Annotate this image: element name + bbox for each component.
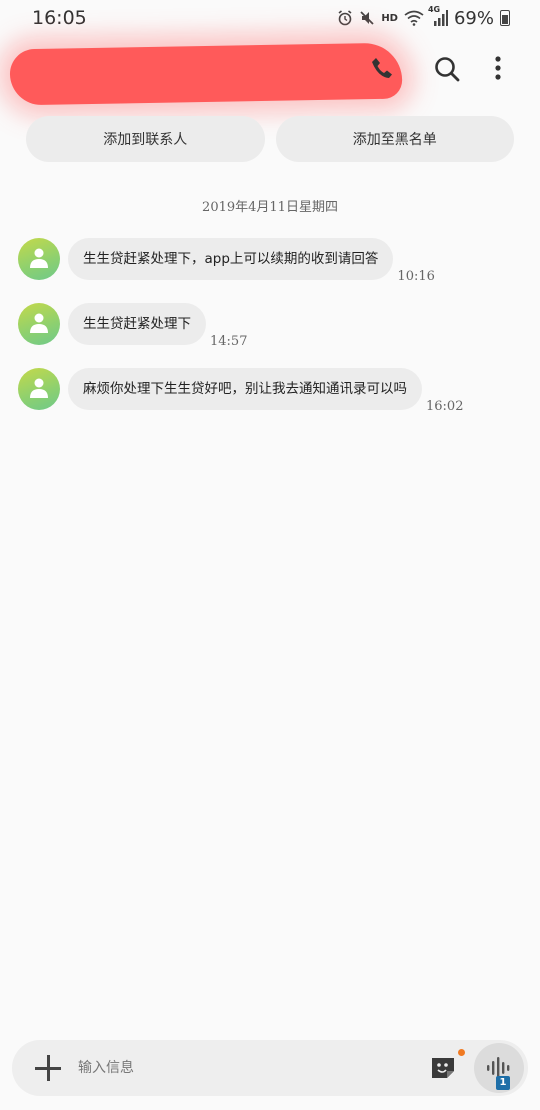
notification-dot [458, 1049, 465, 1056]
status-icons: HD 4G 69% [337, 5, 510, 29]
search-icon [435, 57, 460, 82]
more-options-button[interactable] [486, 52, 510, 84]
contact-actions: 添加到联系人 添加至黑名单 [26, 116, 514, 162]
phone-icon [372, 58, 392, 78]
status-bar: 16:05 HD 4G 69% [0, 0, 540, 36]
battery-icon [500, 10, 510, 26]
mute-icon [360, 11, 374, 25]
message-bubble[interactable]: 麻烦你处理下生生贷好吧，别让我去通知通讯录可以吗 [68, 368, 422, 410]
message-bubble[interactable]: 生生贷赶紧处理下 [68, 303, 206, 345]
date-separator: 2019年4月11日星期四 [202, 200, 338, 215]
person-icon [30, 313, 48, 333]
contact-name-redaction [9, 42, 403, 106]
message-item[interactable]: 生生贷赶紧处理下 14:57 [18, 303, 247, 349]
battery-percent: 69% [453, 7, 494, 29]
message-bubble[interactable]: 生生贷赶紧处理下，app上可以续期的收到请回答 [68, 238, 394, 280]
sticker-button[interactable] [430, 1056, 456, 1080]
avatar[interactable] [18, 303, 60, 345]
status-time: 16:05 [32, 7, 87, 29]
hd-label: HD [381, 12, 398, 24]
wifi-icon [404, 10, 424, 26]
avatar[interactable] [18, 238, 60, 280]
add-to-contacts-button[interactable]: 添加到联系人 [26, 116, 265, 162]
message-item[interactable]: 麻烦你处理下生生贷好吧，别让我去通知通讯录可以吗 16:02 [18, 368, 463, 414]
add-to-blacklist-button[interactable]: 添加至黑名单 [275, 116, 514, 162]
search-button[interactable] [432, 54, 462, 84]
call-button[interactable] [368, 54, 396, 82]
message-time: 16:02 [426, 399, 464, 414]
sim-slot-badge: 1 [496, 1076, 510, 1090]
person-icon [30, 378, 48, 398]
alarm-icon [338, 10, 352, 26]
person-icon [30, 248, 48, 268]
message-input[interactable] [78, 1048, 408, 1088]
attach-plus-icon[interactable] [34, 1054, 62, 1082]
avatar[interactable] [18, 368, 60, 410]
sticker-icon [432, 1058, 454, 1078]
message-item[interactable]: 生生贷赶紧处理下，app上可以续期的收到请回答 10:16 [18, 238, 435, 284]
more-vert-icon [495, 56, 501, 80]
signal-icon: 4G [428, 5, 448, 27]
message-composer [12, 1040, 528, 1096]
message-time: 10:16 [397, 269, 435, 284]
message-time: 14:57 [210, 334, 248, 349]
conversation-header [0, 38, 540, 106]
